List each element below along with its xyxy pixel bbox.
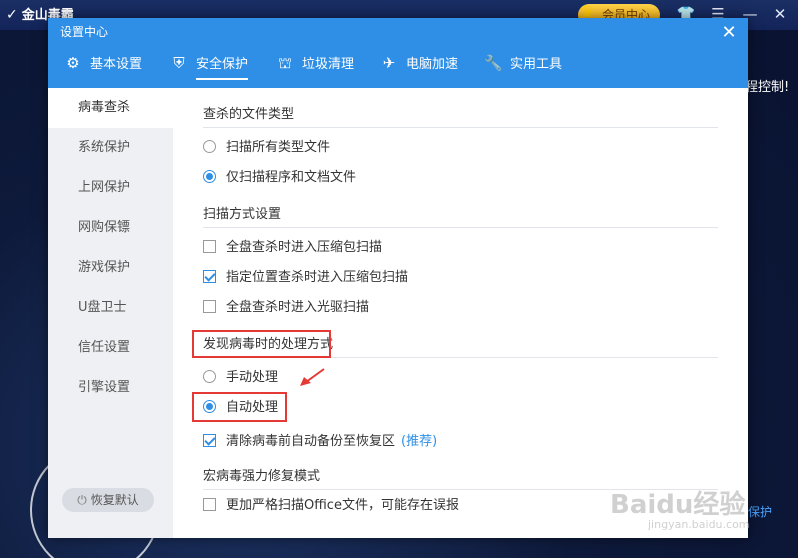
nav-item-virus-scan[interactable]: 病毒查杀 — [48, 88, 173, 128]
option-label: 指定位置查杀时进入压缩包扫描 — [226, 270, 409, 285]
option-label: 手动处理 — [226, 370, 279, 385]
option-label: 扫描所有类型文件 — [226, 140, 331, 155]
radio-scan-all-files[interactable]: 扫描所有类型文件 — [203, 138, 330, 158]
settings-dialog: 设置中心 ✕ ⚙ 基本设置 ⛨ 安全保护 ⛫ 垃圾清理 ✈ 电脑加速 🔧 实用工具 病毒查… — [48, 18, 748, 538]
power-icon: ⏻ — [77, 493, 87, 507]
nav-item-shopping-guard[interactable]: 网购保镖 — [48, 208, 173, 248]
background-notice: 程控制! — [745, 80, 790, 95]
check-full-scan-archives[interactable]: 全盘查杀时进入压缩包扫描 — [203, 238, 382, 258]
settings-content: 查杀的文件类型 扫描所有类型文件 仅扫描程序和文档文件 扫描方式设置 全盘查杀时… — [173, 88, 748, 538]
checkbox[interactable] — [203, 300, 216, 313]
dialog-header: 设置中心 ✕ ⚙ 基本设置 ⛨ 安全保护 ⛫ 垃圾清理 ✈ 电脑加速 🔧 实用工具 — [48, 18, 748, 88]
left-nav: 病毒查杀 系统保护 上网保护 网购保镖 游戏保护 U盘卫士 信任设置 引擎设置 … — [48, 88, 173, 538]
option-label: 全盘查杀时进入光驱扫描 — [226, 300, 370, 315]
recommend-tag: (推荐) — [401, 434, 438, 449]
tab-basic-settings[interactable]: ⚙ 基本设置 — [64, 50, 142, 88]
tab-label: 垃圾清理 — [302, 57, 355, 72]
checkbox[interactable] — [203, 270, 216, 283]
check-custom-scan-archives[interactable]: 指定位置查杀时进入压缩包扫描 — [203, 268, 408, 288]
shield-icon: ⛨ — [173, 54, 185, 72]
watermark-url: jingyan.baidu.com — [648, 518, 750, 531]
wrench-icon: 🔧 — [484, 54, 503, 72]
red-arrow-annotation — [300, 368, 325, 386]
checkbox[interactable] — [203, 240, 216, 253]
check-backup-before-clean[interactable]: 清除病毒前自动备份至恢复区 (推荐) — [203, 432, 437, 452]
tab-label: 实用工具 — [510, 57, 563, 72]
gear-icon: ⚙ — [66, 54, 80, 72]
highlight-box-auto — [192, 392, 287, 422]
nav-item-system-protect[interactable]: 系统保护 — [48, 128, 173, 168]
option-label: 仅扫描程序和文档文件 — [226, 170, 357, 185]
restore-default-button[interactable]: ⏻ 恢复默认 — [62, 488, 154, 512]
section-title-file-types: 查杀的文件类型 — [203, 102, 718, 128]
option-label: 全盘查杀时进入压缩包扫描 — [226, 240, 383, 255]
radio-button[interactable] — [203, 140, 216, 153]
tab-label: 电脑加速 — [406, 57, 459, 72]
tab-bar: ⚙ 基本设置 ⛨ 安全保护 ⛫ 垃圾清理 ✈ 电脑加速 🔧 实用工具 — [48, 50, 748, 88]
nav-item-game-protect[interactable]: 游戏保护 — [48, 248, 173, 288]
tab-tools[interactable]: 🔧 实用工具 — [484, 50, 562, 88]
tab-label: 基本设置 — [90, 57, 143, 72]
watermark: Baidu经验 — [610, 490, 746, 520]
option-label: 清除病毒前自动备份至恢复区 — [226, 434, 396, 449]
nav-item-web-protect[interactable]: 上网保护 — [48, 168, 173, 208]
nav-item-engine-settings[interactable]: 引擎设置 — [48, 368, 173, 408]
logo-icon: ✓ — [6, 7, 18, 23]
radio-manual-handling[interactable]: 手动处理 — [203, 368, 278, 388]
tab-speedup[interactable]: ✈ 电脑加速 — [380, 50, 458, 88]
tab-label: 安全保护 — [196, 57, 249, 80]
check-strict-office-scan[interactable]: 更加严格扫描Office文件，可能存在误报 — [203, 496, 459, 516]
highlight-box-section — [192, 330, 331, 358]
background-protect-link[interactable]: 保护 — [748, 503, 772, 520]
close-icon[interactable]: ✕ — [718, 22, 740, 44]
nav-item-trust-settings[interactable]: 信任设置 — [48, 328, 173, 368]
close-app-icon[interactable]: ✕ — [770, 5, 790, 23]
tab-security[interactable]: ⛨ 安全保护 — [170, 50, 249, 88]
radio-button[interactable] — [203, 370, 216, 383]
tab-junk-cleanup[interactable]: ⛫ 垃圾清理 — [276, 50, 354, 88]
nav-item-usb-guard[interactable]: U盘卫士 — [48, 288, 173, 328]
broom-icon: ⛫ — [278, 54, 292, 72]
dialog-title: 设置中心 — [60, 25, 109, 39]
radio-scan-programs-docs[interactable]: 仅扫描程序和文档文件 — [203, 168, 356, 188]
rocket-icon: ✈ — [382, 54, 396, 72]
checkbox[interactable] — [203, 434, 216, 447]
radio-button[interactable] — [203, 170, 216, 183]
check-full-scan-optical[interactable]: 全盘查杀时进入光驱扫描 — [203, 298, 369, 318]
restore-label: 恢复默认 — [90, 493, 139, 507]
section-title-scan-mode: 扫描方式设置 — [203, 202, 718, 228]
option-label: 更加严格扫描Office文件，可能存在误报 — [226, 498, 459, 513]
checkbox[interactable] — [203, 498, 216, 511]
